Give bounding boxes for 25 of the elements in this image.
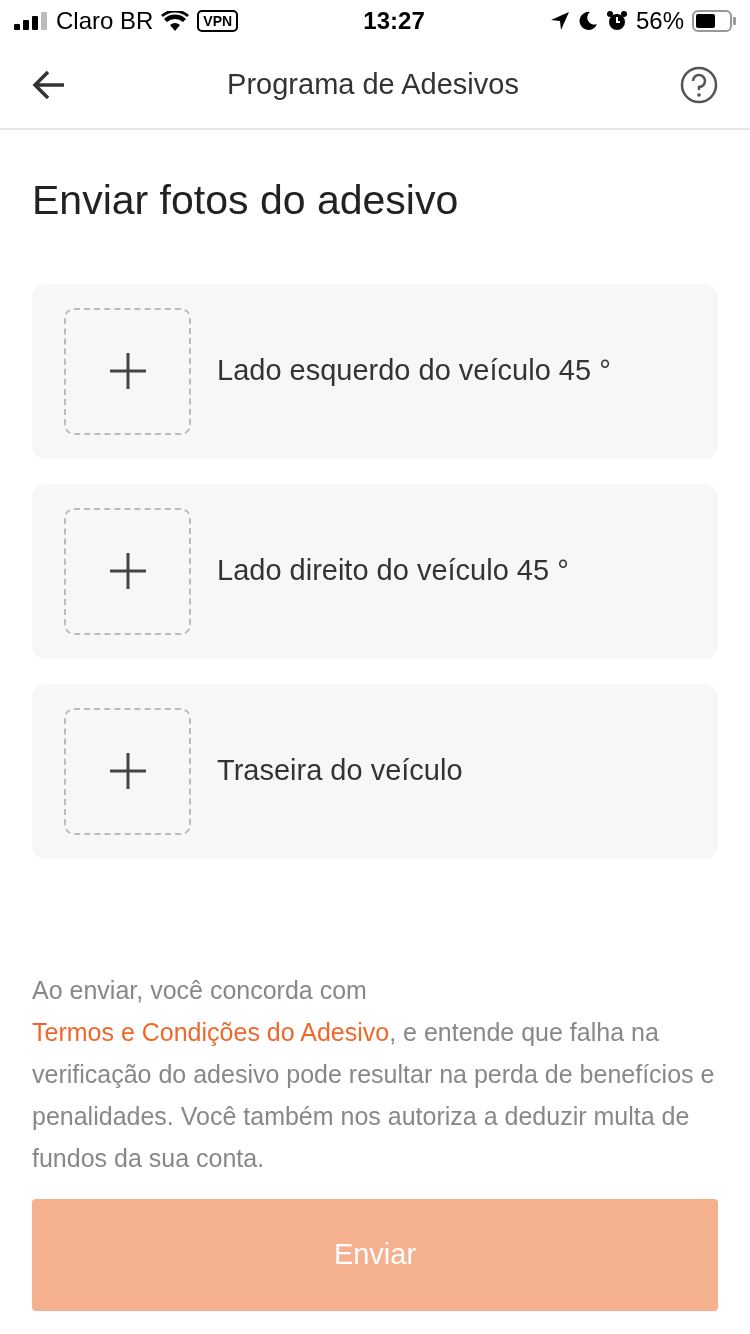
header-title: Programa de Adesivos: [227, 67, 519, 103]
add-photo-button[interactable]: [64, 507, 191, 635]
back-arrow-icon[interactable]: [32, 70, 66, 100]
photo-slot-label: Lado esquerdo do veículo 45 °: [217, 353, 611, 389]
moon-icon: [577, 11, 598, 31]
battery-percentage: 56%: [635, 6, 684, 36]
plus-icon: [108, 352, 147, 390]
photo-slot-label: Traseira do veículo: [217, 753, 463, 789]
signal-icon: [14, 12, 48, 30]
battery-icon: [692, 10, 736, 32]
disclaimer-text: Ao enviar, você concorda com Termos e Condições do Adesivo, e entende que falha na verificação do adesivo pode resultar na perda de benefícios e penalidades. Você também nos autoriza a deduzir multa de fundos da sua conta.: [32, 974, 716, 1174]
vpn-indicator: VPN: [197, 10, 239, 32]
wifi-icon: [161, 11, 190, 31]
add-photo-button[interactable]: [64, 707, 191, 835]
photo-slot-label: Lado direito do veículo 45 °: [217, 553, 569, 589]
plus-icon: [108, 552, 147, 590]
alarm-clock-icon: [605, 10, 628, 32]
terms-link[interactable]: Termos e Condições do Adesivo: [32, 1017, 390, 1046]
page-title: Enviar fotos do adesivo: [32, 176, 460, 225]
location-arrow-icon: [549, 11, 570, 31]
carrier-name: Claro BR: [56, 6, 154, 36]
help-icon[interactable]: [680, 66, 718, 104]
clock-time: 13:27: [363, 6, 425, 36]
add-photo-button[interactable]: [64, 307, 191, 435]
plus-icon: [108, 752, 147, 790]
